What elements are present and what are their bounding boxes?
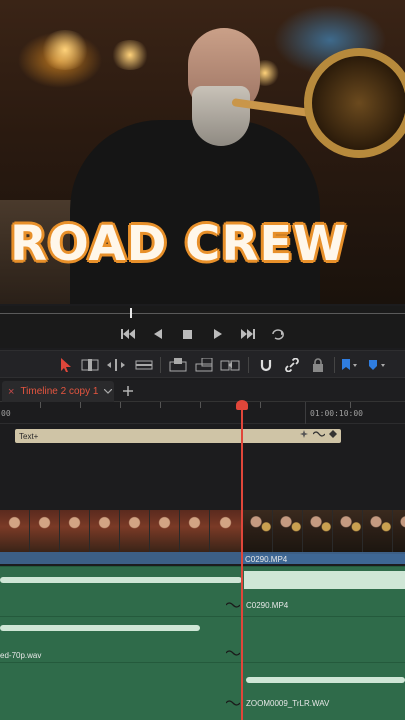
next-clip-icon[interactable] xyxy=(238,324,258,344)
video-thumbnail xyxy=(60,510,90,552)
edit-toolbar xyxy=(0,350,405,378)
video-thumbnail xyxy=(303,510,333,552)
add-timeline-icon[interactable] xyxy=(120,383,136,399)
scrub-playhead[interactable] xyxy=(130,308,132,318)
close-icon[interactable]: × xyxy=(8,386,14,398)
audio-waveform xyxy=(0,625,200,631)
step-back-icon[interactable] xyxy=(148,324,168,344)
keyframe-icon xyxy=(329,430,337,438)
snapping-icon[interactable] xyxy=(256,355,276,375)
ruler-tick xyxy=(80,402,81,408)
ruler-tick xyxy=(350,402,351,408)
davinci-cut-screen: ROAD CREW × Timeline 2 copy 1 00 01:00:1… xyxy=(0,0,405,720)
trombone-bell xyxy=(304,48,405,158)
audio2-clip-name: ed-70p.wav xyxy=(0,651,42,660)
video-thumbnail xyxy=(363,510,393,552)
bar-lamp xyxy=(110,40,150,70)
audio-waveform xyxy=(244,571,405,589)
loop-icon[interactable] xyxy=(268,324,288,344)
video-thumbnail xyxy=(210,510,242,552)
video-thumbnail xyxy=(120,510,150,552)
musician-body xyxy=(70,120,320,304)
title-clip-icons xyxy=(299,430,337,438)
ruler-tick xyxy=(200,402,201,408)
video-viewer[interactable]: ROAD CREW xyxy=(0,0,405,304)
musician-beard xyxy=(192,86,250,146)
timeline-tab-bar: × Timeline 2 copy 1 xyxy=(0,380,405,402)
dynamic-trim-icon[interactable] xyxy=(106,355,126,375)
playhead-handle[interactable] xyxy=(236,400,248,410)
timecode-ruler[interactable]: 00 01:00:10:00 xyxy=(0,402,405,424)
sparkle-icon xyxy=(300,430,308,438)
video-track-v1[interactable] xyxy=(0,510,405,554)
tab-timeline[interactable]: × Timeline 2 copy 1 xyxy=(2,381,114,402)
video-thumbnail xyxy=(180,510,210,552)
title-clip[interactable]: Text+ xyxy=(15,429,341,443)
video-clip-bar-right[interactable]: C0290.MP4 xyxy=(242,554,405,564)
insert-icon[interactable] xyxy=(168,355,188,375)
timecode-start: 00 xyxy=(1,409,11,418)
ruler-tick xyxy=(160,402,161,408)
video-thumbnail xyxy=(393,510,405,552)
trim-icon[interactable] xyxy=(80,355,100,375)
stop-icon[interactable] xyxy=(178,324,198,344)
toolbar-divider xyxy=(160,357,161,373)
audio-track-a2[interactable]: ed-70p.wav xyxy=(0,616,405,662)
video-thumbnail xyxy=(90,510,120,552)
overlay-title: ROAD CREW xyxy=(10,216,348,272)
video-thumbnail xyxy=(150,510,180,552)
video-thumbnail xyxy=(243,510,273,552)
title-clip-label: Text+ xyxy=(19,431,39,441)
transport-controls xyxy=(0,320,405,348)
timeline-playhead[interactable] xyxy=(241,404,243,720)
audio1-clip-name: C0290.MP4 xyxy=(246,601,289,610)
flag-icon[interactable] xyxy=(340,355,360,375)
volume-curve-icon xyxy=(226,700,240,706)
timeline-tab-label: Timeline 2 copy 1 xyxy=(20,386,99,397)
volume-curve-icon xyxy=(226,602,240,608)
video-thumbnail xyxy=(30,510,60,552)
lock-icon[interactable] xyxy=(308,355,328,375)
viewer-scrubber[interactable] xyxy=(0,306,405,320)
ruler-tick xyxy=(120,402,121,408)
timeline-tracks[interactable]: Text+ C0290.MP4 C0290.MP4 ed-70p.wav ZOO… xyxy=(0,424,405,720)
play-icon[interactable] xyxy=(208,324,228,344)
replace-icon[interactable] xyxy=(220,355,240,375)
ruler-tick xyxy=(260,402,261,408)
select-arrow-icon[interactable] xyxy=(56,355,76,375)
toolbar-divider xyxy=(334,357,335,373)
audio-track-a1[interactable]: C0290.MP4 xyxy=(0,566,405,616)
bar-lamp xyxy=(40,30,90,70)
audio-waveform xyxy=(0,577,242,583)
volume-curve-icon xyxy=(226,650,240,656)
overwrite-icon[interactable] xyxy=(194,355,214,375)
marker-icon[interactable] xyxy=(368,355,388,375)
video-clip-name: C0290.MP4 xyxy=(245,555,288,564)
chevron-down-icon[interactable] xyxy=(104,389,113,394)
toolbar-divider xyxy=(248,357,249,373)
video-thumbnail xyxy=(273,510,303,552)
audio-waveform xyxy=(246,677,405,683)
video-thumbnail xyxy=(0,510,30,552)
video-thumbnail xyxy=(333,510,363,552)
link-icon[interactable] xyxy=(282,355,302,375)
curve-icon xyxy=(313,431,325,437)
ruler-major-tick xyxy=(305,402,306,424)
timecode-mark: 01:00:10:00 xyxy=(310,409,363,418)
audio3-clip-name: ZOOM0009_TrLR.WAV xyxy=(246,699,330,708)
audio-track-a3[interactable]: ZOOM0009_TrLR.WAV xyxy=(0,662,405,720)
scrub-track xyxy=(0,313,405,314)
blade-icon[interactable] xyxy=(134,355,154,375)
previous-clip-icon[interactable] xyxy=(118,324,138,344)
ruler-tick xyxy=(40,402,41,408)
